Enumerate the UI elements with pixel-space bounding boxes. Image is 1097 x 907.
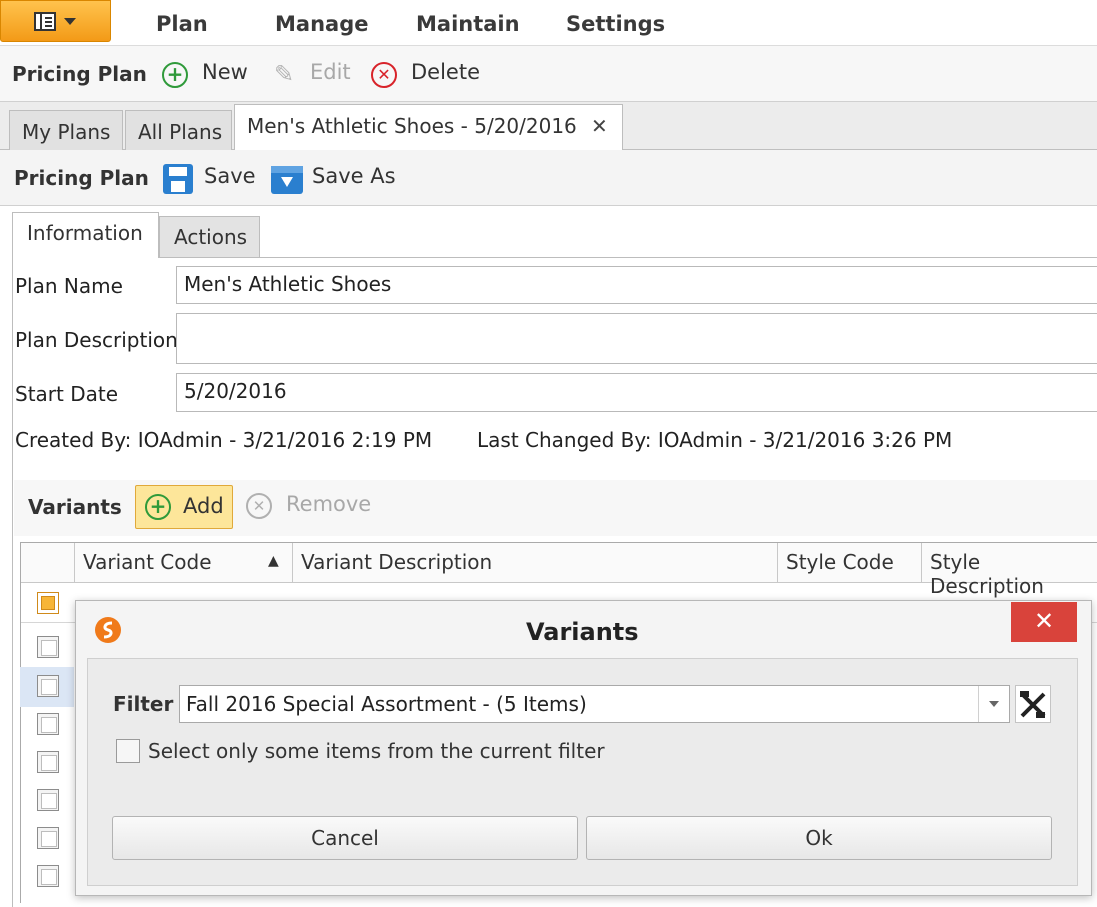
- add-variant-label: Add: [183, 494, 224, 518]
- tab-information[interactable]: Information: [12, 212, 159, 258]
- save-as-icon: [271, 166, 303, 194]
- delete-button[interactable]: ✕ Delete: [371, 60, 481, 90]
- save-as-button-label: Save As: [312, 164, 396, 188]
- save-button[interactable]: Save: [163, 163, 258, 195]
- select-some-checkbox[interactable]: [116, 739, 140, 763]
- delete-button-label: Delete: [411, 60, 480, 84]
- menu-settings[interactable]: Settings: [566, 12, 665, 36]
- add-circle-icon: +: [145, 494, 171, 520]
- app-logo-icon: [93, 615, 123, 645]
- toolbar-title: Pricing Plan: [12, 62, 147, 86]
- tab-my-plans-label: My Plans: [22, 120, 111, 144]
- remove-variant-button[interactable]: ✕ Remove: [246, 492, 381, 522]
- row-checkbox[interactable]: [37, 865, 59, 887]
- plan-toolbar: Pricing Plan Save Save As: [0, 150, 1097, 206]
- document-tab-strip: My Plans All Plans Men's Athletic Shoes …: [0, 102, 1097, 151]
- column-variant-description-label: Variant Description: [301, 550, 493, 574]
- cancel-button-label: Cancel: [311, 826, 379, 850]
- menu-manage[interactable]: Manage: [275, 12, 368, 36]
- plan-detail-tabs: Information Actions: [0, 206, 1097, 907]
- edit-button-label: Edit: [310, 60, 351, 84]
- row-checkbox[interactable]: [37, 636, 59, 658]
- plan-description-label: Plan Description: [15, 328, 178, 352]
- column-style-description[interactable]: Style Description: [922, 543, 1097, 598]
- plan-toolbar-title: Pricing Plan: [14, 166, 149, 190]
- start-date-input[interactable]: 5/20/2016: [176, 373, 1097, 412]
- last-changed-by-text: Last Changed By: IOAdmin - 3/21/2016 3:2…: [477, 428, 953, 452]
- new-row-indicator-icon: [37, 592, 59, 614]
- remove-variant-label: Remove: [286, 492, 372, 516]
- variants-toolbar: Variants + Add ✕ Remove: [14, 480, 1097, 536]
- ok-button-label: Ok: [805, 826, 833, 850]
- variants-dialog: Variants ✕ Filter Select only some items…: [75, 600, 1092, 896]
- column-style-code-label: Style Code: [786, 550, 894, 574]
- row-checkbox[interactable]: [37, 751, 59, 773]
- save-as-button[interactable]: Save As: [271, 163, 396, 195]
- dropdown-arrow-icon[interactable]: [978, 686, 1009, 722]
- main-menu-bar: Plan Manage Maintain Settings: [0, 0, 1097, 46]
- menu-plan[interactable]: Plan: [156, 12, 208, 36]
- remove-circle-icon: ✕: [246, 493, 272, 519]
- menu-maintain[interactable]: Maintain: [416, 12, 520, 36]
- add-variant-button[interactable]: + Add: [135, 485, 233, 529]
- column-variant-code[interactable]: Variant Code ▲: [75, 543, 293, 583]
- tab-my-plans[interactable]: My Plans: [9, 110, 123, 150]
- tab-information-label: Information: [27, 221, 143, 245]
- tab-active-plan-label: Men's Athletic Shoes - 5/20/2016: [247, 114, 577, 138]
- column-variant-description[interactable]: Variant Description: [293, 543, 778, 583]
- new-button-label: New: [202, 60, 248, 84]
- tab-all-plans[interactable]: All Plans: [125, 110, 232, 150]
- save-icon: [163, 164, 193, 194]
- new-button[interactable]: + New: [162, 60, 257, 90]
- plan-description-input[interactable]: [176, 313, 1097, 364]
- tab-actions[interactable]: Actions: [159, 216, 260, 258]
- tab-active-plan[interactable]: Men's Athletic Shoes - 5/20/2016 ✕: [234, 104, 623, 151]
- layout-icon: [34, 12, 56, 31]
- dialog-title: Variants: [526, 618, 639, 646]
- select-some-label: Select only some items from the current …: [148, 739, 605, 763]
- column-variant-code-label: Variant Code: [83, 550, 212, 574]
- ok-button[interactable]: Ok: [586, 816, 1052, 860]
- row-checkbox[interactable]: [37, 789, 59, 811]
- close-tab-icon[interactable]: ✕: [591, 114, 608, 138]
- start-date-label: Start Date: [15, 382, 119, 406]
- sort-ascending-icon: ▲: [268, 553, 279, 569]
- filter-dropdown-value: Fall 2016 Special Assortment - (5 Items): [186, 692, 587, 716]
- row-checkbox[interactable]: [37, 675, 59, 697]
- edit-button[interactable]: ✎ Edit: [270, 60, 360, 90]
- plan-list-toolbar: Pricing Plan + New ✎ Edit ✕ Delete: [0, 46, 1097, 102]
- close-icon: ✕: [1033, 607, 1055, 635]
- plan-name-input[interactable]: Men's Athletic Shoes: [176, 266, 1097, 304]
- cancel-button[interactable]: Cancel: [112, 816, 578, 860]
- filter-dropdown[interactable]: Fall 2016 Special Assortment - (5 Items): [179, 685, 1010, 723]
- save-button-label: Save: [204, 164, 256, 188]
- column-style-code[interactable]: Style Code: [778, 543, 922, 583]
- created-by-text: Created By: IOAdmin - 3/21/2016 2:19 PM: [15, 428, 433, 452]
- chevron-down-icon: [64, 18, 76, 25]
- add-circle-icon: +: [162, 62, 188, 88]
- row-checkbox[interactable]: [37, 827, 59, 849]
- variants-title: Variants: [28, 495, 122, 519]
- filter-label: Filter: [113, 692, 174, 716]
- dialog-close-button[interactable]: ✕: [1011, 602, 1077, 642]
- delete-circle-icon: ✕: [371, 62, 397, 88]
- filter-tools-icon[interactable]: [1015, 685, 1051, 723]
- pencil-icon: ✎: [274, 60, 295, 88]
- grid-selector-header: [21, 543, 75, 583]
- row-checkbox[interactable]: [37, 713, 59, 735]
- tab-all-plans-label: All Plans: [138, 120, 223, 144]
- plan-name-label: Plan Name: [15, 274, 123, 298]
- tab-actions-label: Actions: [174, 225, 248, 249]
- app-menu-button[interactable]: [0, 0, 111, 42]
